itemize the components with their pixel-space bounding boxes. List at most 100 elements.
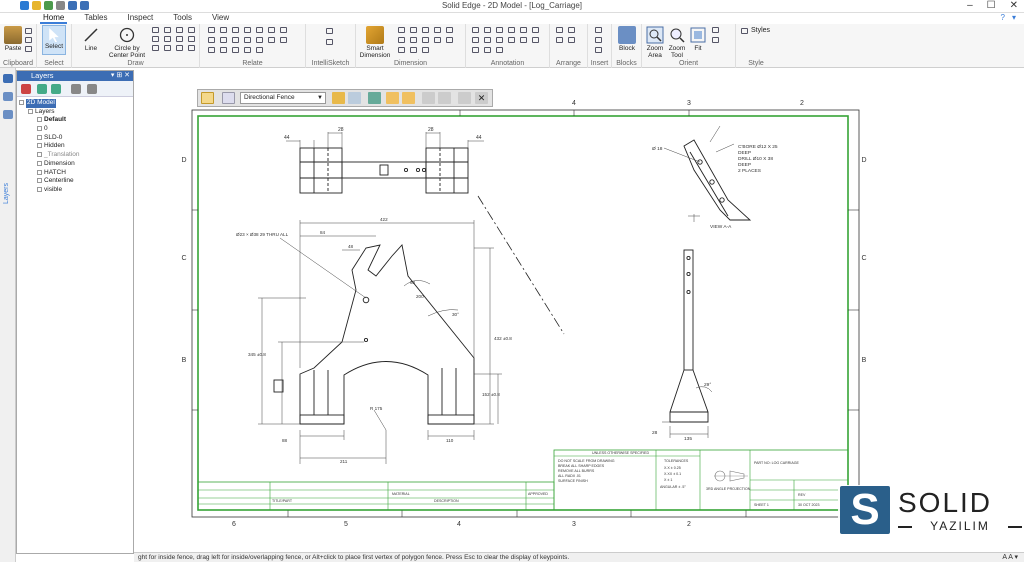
connect-icon-2[interactable]: [280, 37, 287, 43]
layer-tree-item[interactable]: Default: [17, 116, 133, 125]
connect-icon[interactable]: [208, 27, 215, 33]
close-command-icon[interactable]: ✕: [475, 92, 488, 104]
delete-layer-icon[interactable]: [87, 84, 97, 94]
dim-icon[interactable]: [208, 47, 215, 53]
copy-icon[interactable]: [25, 37, 32, 43]
options-icon[interactable]: [222, 92, 235, 104]
inside-fence-icon[interactable]: [386, 92, 399, 104]
block-button[interactable]: Block: [615, 26, 639, 52]
layer-visibility-checkbox[interactable]: [37, 169, 42, 175]
format-painter-icon[interactable]: [25, 46, 32, 52]
properties-tab-icon[interactable]: [3, 110, 13, 119]
new-layer-icon[interactable]: [21, 84, 31, 94]
layer-visibility-checkbox[interactable]: [37, 186, 42, 192]
dimension-axis-icon[interactable]: [410, 47, 417, 53]
smart-dimension-button[interactable]: Smart Dimension: [358, 26, 392, 59]
color-icon[interactable]: [256, 47, 263, 53]
extend-icon[interactable]: [164, 36, 171, 42]
cut-icon[interactable]: [25, 28, 32, 34]
send-backward-icon[interactable]: [568, 37, 575, 43]
layer-tree-item[interactable]: visible: [17, 186, 133, 195]
layers-vertical-tab[interactable]: Layers: [3, 183, 10, 204]
fill-icon[interactable]: [188, 36, 195, 42]
relationship-handles-icon[interactable]: [268, 37, 275, 43]
callout-icon[interactable]: [472, 27, 479, 33]
perpendicular-icon[interactable]: [268, 27, 275, 33]
styles-button[interactable]: Styles: [751, 27, 770, 34]
drive-dimension-icon[interactable]: [422, 47, 429, 53]
mirror-icon[interactable]: [152, 45, 159, 51]
feature-control-frame-icon[interactable]: [496, 27, 503, 33]
layer-visibility-checkbox[interactable]: [37, 143, 42, 149]
tab-tables[interactable]: Tables: [81, 13, 110, 24]
text-icon[interactable]: [472, 37, 479, 43]
scale-icon[interactable]: [188, 45, 195, 51]
topology-icon[interactable]: [368, 92, 381, 104]
hyperlink-icon[interactable]: [595, 47, 602, 53]
dimension-style-icon[interactable]: [410, 37, 417, 43]
circle-by-center-point-button[interactable]: Circle by Center Point: [108, 26, 146, 59]
pan-icon[interactable]: [712, 27, 719, 33]
image-icon[interactable]: [595, 27, 602, 33]
zoom-tool-button[interactable]: Zoom Tool: [666, 26, 688, 59]
accept-icon[interactable]: [458, 92, 471, 104]
fit-icon[interactable]: [244, 47, 251, 53]
horizontal-vertical-icon[interactable]: [232, 27, 239, 33]
layer-visibility-checkbox[interactable]: [37, 178, 42, 184]
help-button[interactable]: ?: [1001, 13, 1005, 22]
paste-button[interactable]: Paste: [4, 26, 22, 52]
angular-coordinate-icon[interactable]: [434, 27, 441, 33]
centerline-icon[interactable]: [508, 37, 515, 43]
tab-tools[interactable]: Tools: [170, 13, 195, 24]
equal-icon[interactable]: [208, 37, 215, 43]
layers-panel-controls[interactable]: ▾ ⊞ ✕: [111, 71, 130, 81]
layer-visibility-checkbox[interactable]: [19, 100, 24, 105]
layer-tree-item[interactable]: SLD-0: [17, 134, 133, 143]
next-icon[interactable]: [438, 92, 451, 104]
layers-tab-icon[interactable]: [3, 74, 13, 83]
layer-filter-icon[interactable]: [348, 92, 361, 104]
collinear-icon[interactable]: [232, 37, 239, 43]
concentric-icon[interactable]: [220, 27, 227, 33]
datum-target-icon[interactable]: [472, 47, 479, 53]
rigid-set-icon[interactable]: [244, 37, 251, 43]
send-to-back-icon[interactable]: [568, 27, 575, 33]
offset-icon[interactable]: [176, 36, 183, 42]
leader-icon[interactable]: [484, 37, 491, 43]
show-layer-icon[interactable]: [37, 84, 47, 94]
select-tool-icon[interactable]: [201, 92, 214, 104]
bring-to-front-icon[interactable]: [556, 27, 563, 33]
dimension-group-icon[interactable]: [398, 47, 405, 53]
snap-icon[interactable]: [232, 47, 239, 53]
layer-visibility-checkbox[interactable]: [37, 134, 42, 140]
layer-tree-item[interactable]: HATCH: [17, 169, 133, 178]
grid-icon[interactable]: [220, 47, 227, 53]
hide-layer-icon[interactable]: [51, 84, 61, 94]
hatch-icon[interactable]: [496, 47, 503, 53]
ellipse-icon[interactable]: [188, 27, 195, 33]
line-button[interactable]: Line: [78, 26, 104, 52]
styles-icon[interactable]: [741, 28, 748, 34]
rotate-icon[interactable]: [176, 45, 183, 51]
copy-attributes-icon[interactable]: [446, 37, 453, 43]
layer-tree-item[interactable]: Layers: [17, 108, 133, 117]
attach-dimension-icon[interactable]: [422, 37, 429, 43]
lock-icon[interactable]: [280, 27, 287, 33]
layer-visibility-checkbox[interactable]: [37, 117, 42, 123]
bolt-hole-circle-icon[interactable]: [520, 37, 527, 43]
library-tab-icon[interactable]: [3, 92, 13, 101]
layer-visibility-checkbox[interactable]: [37, 126, 42, 132]
fit-button[interactable]: Fit: [688, 26, 708, 52]
rectangle-icon[interactable]: [152, 27, 159, 33]
balloon-icon[interactable]: [484, 27, 491, 33]
select-button[interactable]: Select: [42, 25, 66, 55]
symmetric-diameter-icon[interactable]: [446, 27, 453, 33]
chamfer-dimension-icon[interactable]: [398, 37, 405, 43]
font-size-control[interactable]: A A ▾: [1002, 553, 1018, 562]
select-filter-icon[interactable]: [332, 92, 345, 104]
minimize-button[interactable]: –: [967, 0, 973, 11]
object-icon[interactable]: [595, 37, 602, 43]
zoom-in-icon[interactable]: [712, 37, 719, 43]
fence-mode-select[interactable]: Directional Fence ▼: [240, 92, 326, 104]
drawing-canvas[interactable]: 4 3 2 6 5 4 3 2 D C B D C B 44 28 28 44 …: [134, 70, 1024, 552]
